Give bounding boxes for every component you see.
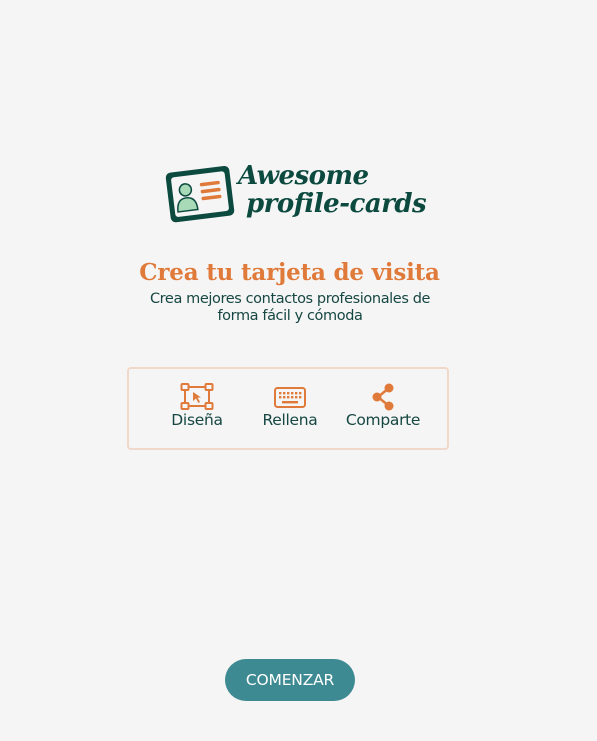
page-subtitle: Crea mejores contactos profesionales de … <box>149 291 431 324</box>
page-title: Crea tu tarjeta de visita <box>139 259 440 286</box>
design-icon <box>180 383 214 410</box>
logo-text-line2: profile-cards <box>246 189 427 219</box>
logo-text-line1: Awesome <box>238 161 369 191</box>
feature-label-fill: Rellena <box>262 411 318 429</box>
keyboard-icon <box>274 387 306 408</box>
start-button[interactable]: COMENZAR <box>225 659 355 701</box>
feature-share: Comparte <box>338 383 428 429</box>
features-box: Diseña Rellena Comparte <box>127 367 449 450</box>
feature-label-share: Comparte <box>345 411 421 429</box>
app-logo: Awesome profile-cards <box>164 161 427 231</box>
feature-fill: Rellena <box>245 383 335 429</box>
id-card-icon <box>165 165 235 223</box>
share-icon <box>372 383 394 411</box>
feature-label-design: Diseña <box>171 411 223 429</box>
feature-design: Diseña <box>152 383 242 429</box>
welcome-screen: Awesome profile-cards Crea tu tarjeta de… <box>0 0 597 741</box>
